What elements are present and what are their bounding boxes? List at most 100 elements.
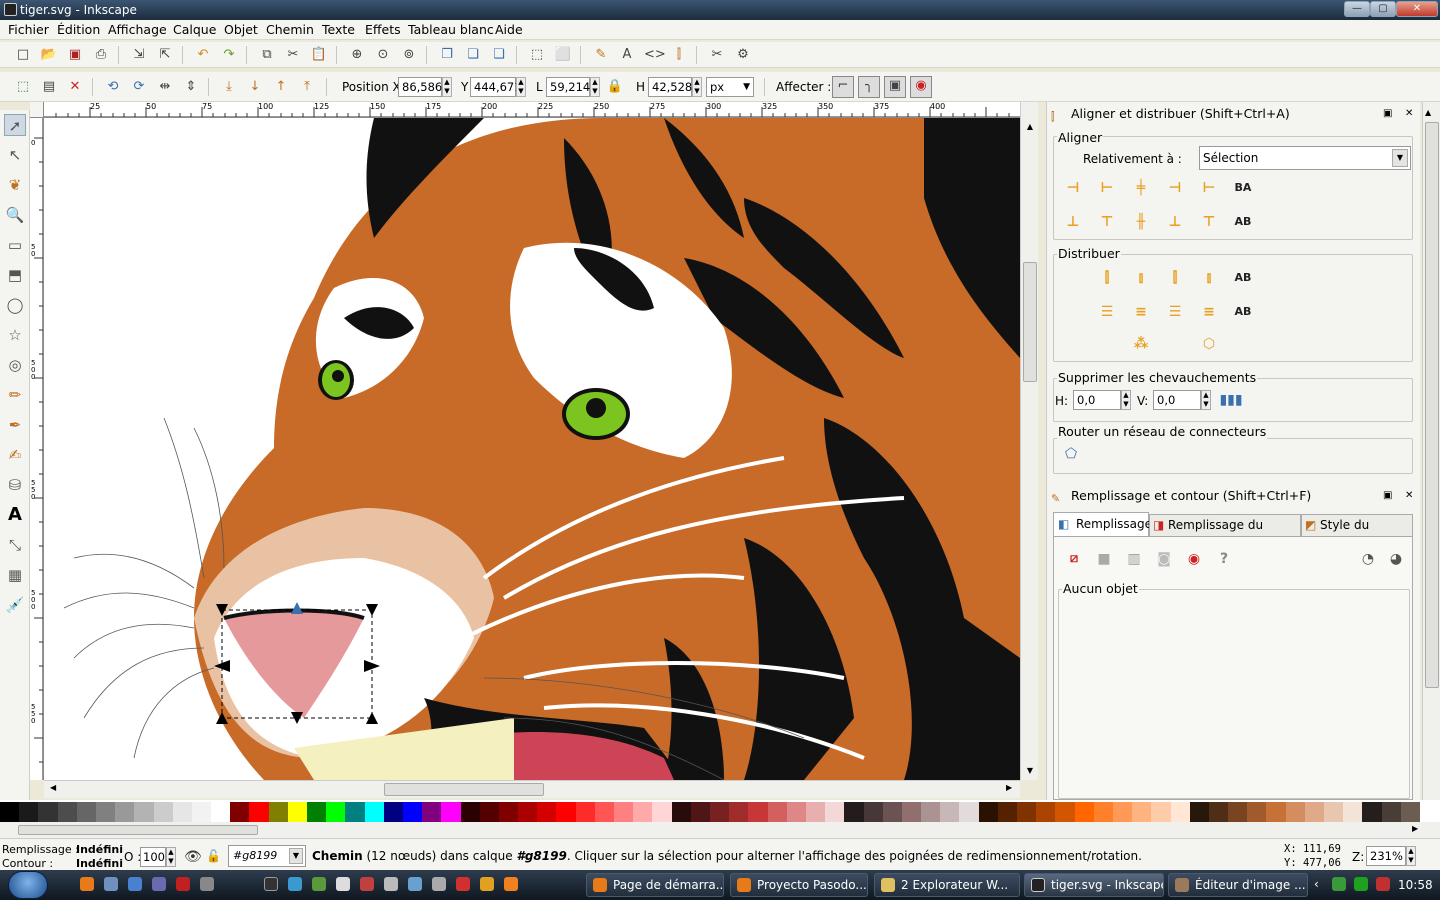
vertical-scrollbar[interactable]: ▲ ▼ <box>1020 102 1038 780</box>
palette-swatch[interactable] <box>1132 802 1152 822</box>
undo-icon[interactable]: ↶ <box>194 46 212 64</box>
palette-swatch[interactable] <box>921 802 941 822</box>
panel-close-icon[interactable]: ✕ <box>1405 486 1413 506</box>
palette-swatch[interactable] <box>1343 802 1363 822</box>
align-right-icon[interactable]: ⊣ <box>1163 176 1187 200</box>
distribute-text-v-icon[interactable]: AB <box>1231 300 1255 324</box>
unit-select[interactable]: px ▼ <box>706 77 754 97</box>
palette-swatch[interactable] <box>614 802 634 822</box>
palette-swatch[interactable] <box>1093 802 1114 822</box>
pattern-icon[interactable]: ◉ <box>1182 547 1206 571</box>
height-field[interactable]: 42,528 <box>648 77 692 97</box>
palette-scroll-thumb[interactable] <box>18 825 258 835</box>
duplicate-icon[interactable]: ❐ <box>438 46 456 64</box>
palette-swatch[interactable] <box>134 802 154 822</box>
palette-swatch[interactable] <box>863 802 884 822</box>
raise-to-top-icon[interactable]: ⤒ <box>298 78 316 96</box>
menu-texte[interactable]: Texte <box>322 22 355 38</box>
save-icon[interactable]: ▣ <box>66 46 84 64</box>
tray-network-icon[interactable] <box>1332 877 1346 891</box>
palette-swatch[interactable] <box>1304 802 1325 822</box>
document-properties-icon[interactable]: ⚙ <box>734 46 752 64</box>
task-proyecto[interactable]: Proyecto Pasodo... <box>730 873 868 897</box>
layer-select[interactable]: #g8199 ▼ <box>228 845 306 867</box>
palette-swatch[interactable] <box>1074 802 1095 822</box>
zoom-page-icon[interactable]: ⊚ <box>400 46 418 64</box>
export-icon[interactable]: ⇱ <box>156 46 174 64</box>
palette-swatch[interactable] <box>767 802 788 822</box>
align-left-edge-icon[interactable]: ⊢ <box>1197 176 1221 200</box>
clone-icon[interactable]: ❏ <box>464 46 482 64</box>
palette-swatch[interactable] <box>441 802 462 822</box>
opacity-spinner[interactable]: ▲ ▼ <box>166 847 176 867</box>
palette-swatch[interactable] <box>1362 802 1383 822</box>
height-spinner[interactable]: ▲ ▼ <box>692 77 702 97</box>
zoom-drawing-icon[interactable]: ⊙ <box>374 46 392 64</box>
cut-icon[interactable]: ✂ <box>284 46 302 64</box>
redo-icon[interactable]: ↷ <box>220 46 238 64</box>
palette-swatch[interactable] <box>95 802 116 822</box>
lock-ratio-icon[interactable]: 🔒 <box>606 78 624 96</box>
palette-swatch[interactable] <box>1017 802 1037 822</box>
menu-fichier[interactable]: Fichier <box>8 22 49 38</box>
connector-network-icon[interactable]: ⬠ <box>1059 442 1083 466</box>
palette-swatch[interactable] <box>710 802 730 822</box>
zoom-selection-icon[interactable]: ⊕ <box>348 46 366 64</box>
palette-swatch[interactable] <box>959 802 980 822</box>
app-icon[interactable] <box>128 877 142 891</box>
palette-swatch[interactable] <box>383 802 404 822</box>
menu-objet[interactable]: Objet <box>224 22 258 38</box>
dock-scroll-thumb[interactable] <box>1425 122 1439 688</box>
lower-icon[interactable]: ↓ <box>246 78 264 96</box>
tab-fill[interactable]: ◧ Remplissage <box>1053 512 1152 536</box>
tab-stroke-paint[interactable]: ◨ Remplissage du contour <box>1149 514 1301 552</box>
ungroup-icon[interactable]: ⬜ <box>554 46 572 64</box>
palette-swatch[interactable] <box>479 802 500 822</box>
copy-icon[interactable]: ⧉ <box>258 46 276 64</box>
transform-gradients-icon[interactable]: ▣ <box>884 76 906 98</box>
stroke-status-value[interactable]: Indéfini <box>76 857 123 870</box>
menu-tableau-blanc[interactable]: Tableau blanc <box>408 22 494 38</box>
firefox-icon[interactable] <box>80 877 94 891</box>
box3d-tool-icon[interactable]: ⬒ <box>4 264 26 286</box>
width-spinner[interactable]: ▲ ▼ <box>590 77 600 97</box>
panel-iconify-icon[interactable]: ▣ <box>1383 486 1392 506</box>
align-bottom-edge-icon[interactable]: ⊥ <box>1061 210 1085 234</box>
align-text-horizontal-icon[interactable]: AB <box>1231 210 1255 234</box>
app-icon[interactable] <box>360 877 374 891</box>
palette-swatch[interactable] <box>1112 802 1133 822</box>
app-icon[interactable] <box>200 877 214 891</box>
palette-swatch[interactable] <box>1208 802 1229 822</box>
radial-gradient-icon[interactable]: ◙ <box>1152 547 1176 571</box>
palette-swatch[interactable] <box>1400 802 1421 822</box>
remove-overlaps-icon[interactable]: ▮▮▮ <box>1219 388 1243 412</box>
palette-swatch[interactable] <box>76 802 97 822</box>
open-file-icon[interactable]: 📂 <box>40 46 58 64</box>
fill-stroke-icon[interactable]: ✎ <box>592 46 610 64</box>
horizontal-scroll-thumb[interactable] <box>384 783 544 796</box>
close-button[interactable]: ✕ <box>1396 1 1438 17</box>
palette-swatch[interactable] <box>978 802 999 822</box>
palette-swatch[interactable] <box>1228 802 1248 822</box>
position-x-spinner[interactable]: ▲ ▼ <box>442 77 452 97</box>
no-paint-icon[interactable]: ⧄ <box>1062 547 1086 571</box>
task-explorateur[interactable]: 2 Explorateur W... <box>874 873 1020 897</box>
filezilla-icon[interactable] <box>176 877 190 891</box>
dock-scrollbar[interactable]: ▲ <box>1422 102 1440 800</box>
palette-swatch[interactable] <box>1324 802 1344 822</box>
connector-tool-icon[interactable]: ⤡ <box>4 534 26 556</box>
ellipse-tool-icon[interactable]: ◯ <box>4 294 26 316</box>
align-center-horizontal-icon[interactable]: ╫ <box>1129 210 1153 234</box>
rectangle-tool-icon[interactable]: ▭ <box>4 234 26 256</box>
align-distribute-icon[interactable]: ⫿ <box>670 46 688 64</box>
palette-swatch[interactable] <box>498 802 519 822</box>
dropper-tool-icon[interactable]: 💉 <box>4 594 26 616</box>
drawing-canvas[interactable] <box>44 118 1020 780</box>
palette-swatch[interactable] <box>307 802 327 822</box>
vertical-scroll-thumb[interactable] <box>1023 262 1037 382</box>
palette-swatch[interactable] <box>1036 802 1056 822</box>
palette-swatch[interactable] <box>1170 802 1191 822</box>
app-icon[interactable] <box>480 877 494 891</box>
new-document-icon[interactable]: □ <box>14 46 32 64</box>
minimize-button[interactable]: — <box>1344 1 1370 17</box>
